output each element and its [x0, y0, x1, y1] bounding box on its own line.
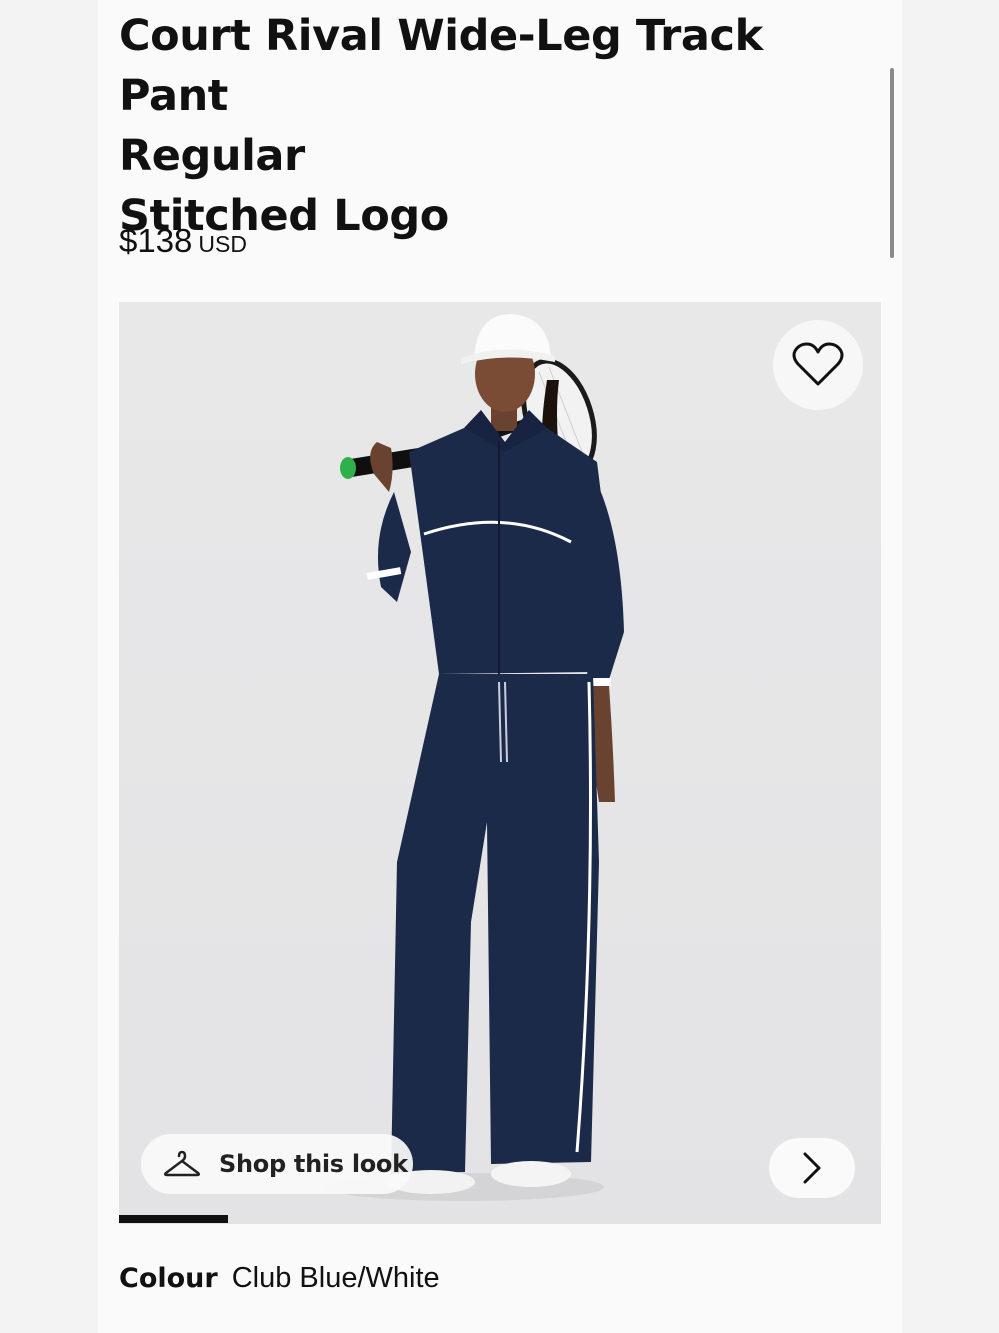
shop-this-look-label: Shop this look: [219, 1150, 408, 1178]
product-page: Court Rival Wide-Leg Track Pant Regular …: [98, 0, 902, 1333]
colour-selector: Colour Club Blue/White: [119, 1262, 440, 1295]
shop-this-look-button[interactable]: Shop this look: [141, 1134, 413, 1194]
gallery-progress-fill: [119, 1215, 228, 1223]
hanger-icon: [163, 1149, 203, 1179]
favorite-button[interactable]: [773, 320, 863, 410]
product-image-gallery[interactable]: Shop this look: [119, 302, 881, 1224]
product-title-line-2: Regular: [119, 131, 305, 181]
scrollbar[interactable]: [890, 68, 894, 258]
product-price: $138 USD: [119, 222, 247, 260]
heart-icon: [792, 342, 844, 386]
next-image-button[interactable]: [769, 1138, 855, 1198]
gallery-progress: [119, 1215, 881, 1223]
colour-label: Colour: [119, 1263, 218, 1294]
product-title-line-1: Court Rival Wide-Leg Track Pant: [119, 11, 763, 121]
product-title: Court Rival Wide-Leg Track Pant Regular …: [119, 6, 879, 246]
product-photo: [324, 314, 624, 1201]
price-currency: USD: [198, 231, 247, 257]
price-amount: $138: [119, 222, 193, 259]
chevron-right-icon: [803, 1152, 821, 1184]
colour-value: Club Blue/White: [231, 1262, 440, 1294]
